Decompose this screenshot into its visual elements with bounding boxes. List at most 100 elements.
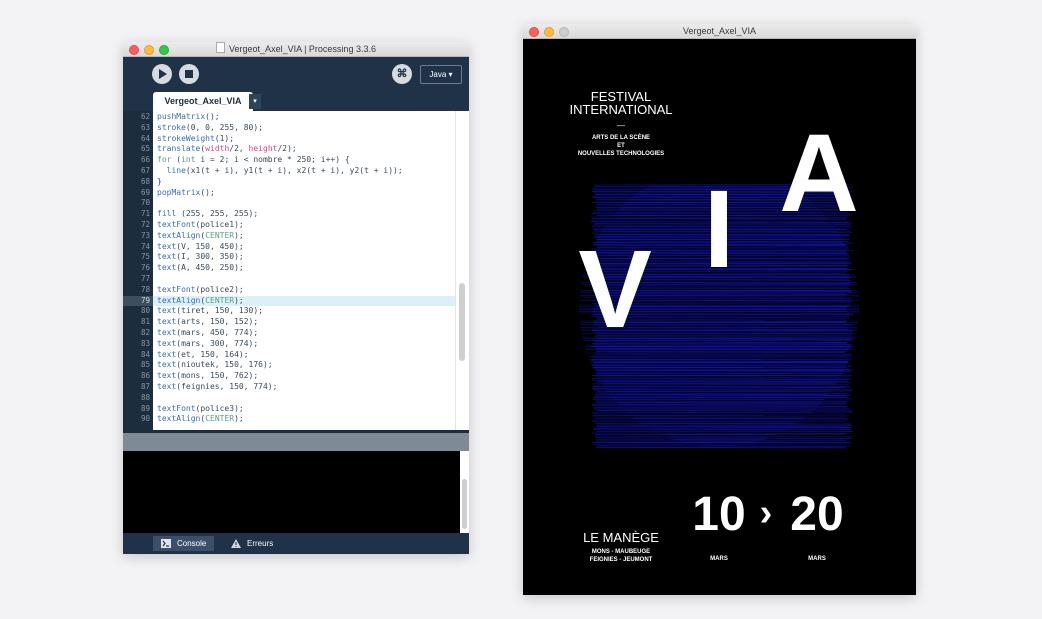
- tab-console[interactable]: Console: [153, 536, 215, 551]
- code-line[interactable]: 66 for (int i = 2; i < nombre * 250; i++)…: [123, 155, 455, 166]
- errors-tab-label: Erreurs: [247, 539, 274, 548]
- close-button[interactable]: [129, 45, 139, 55]
- code-line[interactable]: 88: [123, 393, 455, 404]
- code-text: text(I, 300, 350);: [157, 252, 244, 262]
- sketch-minimize-button[interactable]: [544, 27, 554, 37]
- code-text: textFont(police1);: [157, 219, 244, 229]
- code-text: text(tiret, 150, 130);: [157, 306, 263, 316]
- mode-selector[interactable]: Java ▾: [420, 65, 462, 84]
- code-line[interactable]: 81 text(arts, 150, 152);: [123, 317, 455, 328]
- code-line[interactable]: 80 text(tiret, 150, 130);: [123, 306, 455, 317]
- code-text: text(arts, 150, 152);: [157, 317, 259, 327]
- code-text: pushMatrix();: [157, 112, 220, 121]
- code-line[interactable]: 63 stroke(0, 0, 255, 80);: [123, 123, 455, 134]
- stop-icon: [185, 70, 193, 78]
- line-number: 70: [140, 198, 150, 208]
- code-line[interactable]: 83 text(mars, 300, 774);: [123, 339, 455, 350]
- code-text: text(feignies, 150, 774);: [157, 381, 278, 391]
- code-line[interactable]: 90 textAlign(CENTER);: [123, 414, 455, 425]
- console-scroll-thumb[interactable]: [462, 479, 467, 529]
- window-controls: [129, 45, 169, 55]
- code-line[interactable]: 71 fill (255, 255, 255);: [123, 209, 455, 220]
- code-line[interactable]: 64 strokeWeight(1);: [123, 134, 455, 145]
- blue-line: [591, 387, 846, 389]
- code-line[interactable]: 70: [123, 198, 455, 209]
- letter-a: A: [779, 112, 858, 235]
- code-line[interactable]: 87 text(feignies, 150, 774);: [123, 382, 455, 393]
- console-scrollbar[interactable]: [460, 451, 469, 533]
- code-line[interactable]: 75 text(I, 300, 350);: [123, 252, 455, 263]
- editor-scrollbar[interactable]: [455, 111, 469, 430]
- console-tab-label: Console: [177, 539, 207, 548]
- line-number: 65: [140, 144, 150, 154]
- code-line[interactable]: 85 text(nioutek, 150, 176);: [123, 360, 455, 371]
- code-text: for (int i = 2; i < nombre * 250; i++) {: [157, 155, 350, 165]
- code-text: text(et, 150, 164);: [157, 349, 249, 359]
- code-line[interactable]: 68}: [123, 177, 455, 188]
- code-line[interactable]: 89 textFont(police3);: [123, 404, 455, 415]
- code-line[interactable]: 77: [123, 274, 455, 285]
- code-text: text(mars, 450, 774);: [157, 327, 259, 337]
- line-number: 76: [140, 263, 150, 273]
- ide-tabbar: Vergeot_Axel_VIA ▾: [123, 92, 469, 111]
- nouvelles-label: NOUVELLES TECHNOLOGIES: [578, 151, 664, 157]
- line-number: 75: [140, 252, 150, 262]
- code-text: translate(width/2, height/2);: [157, 144, 297, 154]
- code-line[interactable]: 69 popMatrix();: [123, 188, 455, 199]
- line-number: 85: [140, 360, 150, 370]
- code-line[interactable]: 72 textFont(police1);: [123, 220, 455, 231]
- code-line[interactable]: 86 text(mons, 150, 762);: [123, 371, 455, 382]
- line-number: 79: [140, 295, 150, 305]
- code-line[interactable]: 79 textAlign(CENTER);: [123, 295, 455, 307]
- line-number: 63: [140, 122, 150, 132]
- code-text: fill (255, 255, 255);: [157, 209, 259, 219]
- tab-errors[interactable]: Erreurs: [223, 536, 281, 551]
- editor-scroll-thumb[interactable]: [459, 283, 465, 361]
- zoom-button[interactable]: [159, 45, 169, 55]
- sketch-close-button[interactable]: [529, 27, 539, 37]
- stop-button[interactable]: [179, 64, 199, 84]
- code-text: popMatrix();: [157, 187, 215, 197]
- line-number: 83: [140, 338, 150, 348]
- code-line[interactable]: 78 textFont(police2);: [123, 285, 455, 296]
- warning-icon: [231, 539, 241, 548]
- code-line[interactable]: 76 text(A, 450, 250);: [123, 263, 455, 274]
- sketch-titlebar: Vergeot_Axel_VIA: [523, 24, 916, 39]
- code-text: text(A, 450, 250);: [157, 263, 244, 273]
- code-line[interactable]: 82 text(mars, 450, 774);: [123, 328, 455, 339]
- run-button[interactable]: [152, 64, 172, 84]
- code-line[interactable]: 67 line(x1(t + i), y1(t + i), x2(t + i),…: [123, 166, 455, 177]
- tab-menu-button[interactable]: ▾: [249, 94, 261, 109]
- day-start: 10: [692, 488, 745, 541]
- code-text: text(mons, 150, 762);: [157, 371, 259, 381]
- console-splitter[interactable]: [123, 433, 469, 451]
- code-line[interactable]: 65 translate(width/2, height/2);: [123, 144, 455, 155]
- tab-sketch[interactable]: Vergeot_Axel_VIA: [153, 92, 253, 111]
- line-number: 73: [140, 230, 150, 240]
- line-number: 64: [140, 133, 150, 143]
- code-line[interactable]: 84 text(et, 150, 164);: [123, 350, 455, 361]
- blue-line: [596, 371, 851, 373]
- sketch-window-controls: [529, 27, 569, 37]
- line-number: 71: [140, 209, 150, 219]
- blue-line: [594, 427, 852, 429]
- line-number: 86: [140, 371, 150, 381]
- debug-icon: ⌘: [396, 68, 408, 80]
- code-line[interactable]: 62 pushMatrix();: [123, 112, 455, 123]
- line-number: 88: [140, 392, 150, 402]
- line-number: 62: [140, 112, 150, 121]
- minimize-button[interactable]: [144, 45, 154, 55]
- month-start: MARS: [710, 556, 728, 562]
- code-line[interactable]: 73 textAlign(CENTER);: [123, 231, 455, 242]
- code-line[interactable]: 74 text(V, 150, 450);: [123, 242, 455, 253]
- letter-v: V: [578, 228, 651, 351]
- ide-footer: Console Erreurs: [123, 533, 469, 554]
- code-text: text(V, 150, 450);: [157, 241, 244, 251]
- ide-toolbar: [123, 57, 469, 92]
- date-arrow: ›: [760, 492, 773, 534]
- code-editor[interactable]: 62 pushMatrix(); 63 stroke(0, 0, 255, 80); 6…: [123, 111, 469, 430]
- console-area[interactable]: [123, 451, 469, 533]
- line-number: 87: [140, 381, 150, 391]
- line-number: 66: [140, 155, 150, 165]
- debugger-button[interactable]: ⌘: [392, 64, 412, 84]
